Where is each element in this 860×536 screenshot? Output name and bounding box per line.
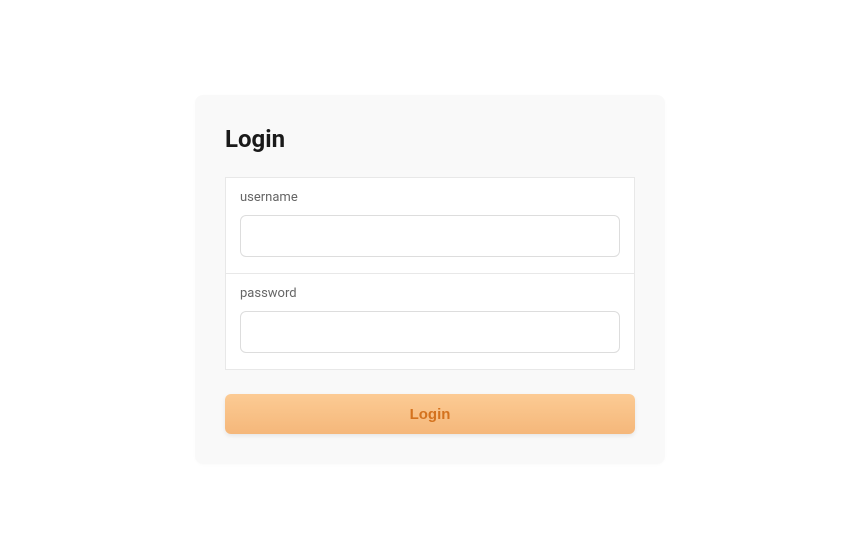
password-input[interactable] [240,311,620,353]
login-card: Login username password Login [195,95,665,464]
username-group: username [225,177,635,273]
login-title: Login [225,125,635,153]
username-label: username [240,190,620,205]
username-input[interactable] [240,215,620,257]
password-group: password [225,273,635,370]
password-label: password [240,286,620,301]
login-button[interactable]: Login [225,394,635,434]
